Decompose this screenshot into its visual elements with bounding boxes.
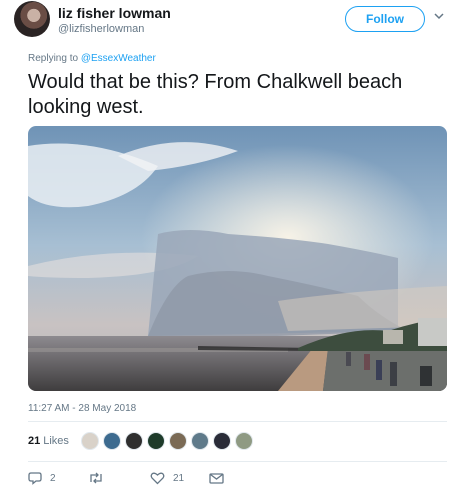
replying-to-link[interactable]: @EssexWeather xyxy=(81,53,156,64)
divider xyxy=(28,421,447,422)
divider xyxy=(28,461,447,462)
liker-avatar[interactable] xyxy=(212,432,231,450)
tweet-photo[interactable] xyxy=(28,126,447,391)
liker-avatar[interactable] xyxy=(234,432,253,450)
user-handle[interactable]: @lizfisherlowman xyxy=(58,23,144,35)
follow-button[interactable]: Follow xyxy=(345,6,425,32)
chevron-down-icon[interactable] xyxy=(432,9,446,23)
retweet-icon xyxy=(90,472,102,484)
retweet-action[interactable] xyxy=(88,468,112,488)
liker-avatars xyxy=(80,432,257,450)
user-display-name[interactable]: liz fisher lowman xyxy=(58,5,171,21)
tweet-header: liz fisher lowman @lizfisherlowman Follo… xyxy=(0,0,473,40)
message-icon xyxy=(209,472,224,484)
reply-count: 2 xyxy=(50,472,56,484)
liker-avatar[interactable] xyxy=(124,432,143,450)
liker-avatar[interactable] xyxy=(190,432,209,450)
tweet-actions: 2 21 xyxy=(28,468,448,490)
replying-to-label: Replying to xyxy=(28,53,79,64)
likes-label: Likes xyxy=(43,435,69,447)
tweet-text: Would that be this? From Chalkwell beach… xyxy=(28,71,403,118)
like-count: 21 xyxy=(173,472,185,484)
message-action[interactable] xyxy=(209,468,232,488)
likes-summary[interactable]: 21 Likes xyxy=(28,430,257,452)
avatar[interactable] xyxy=(14,1,50,37)
liker-avatar[interactable] xyxy=(146,432,165,450)
reply-action[interactable]: 2 xyxy=(28,468,56,488)
tweet-timestamp[interactable]: 11:27 AM - 28 May 2018 xyxy=(28,403,136,414)
liker-avatar[interactable] xyxy=(168,432,187,450)
like-action[interactable]: 21 xyxy=(150,468,184,488)
replying-to: Replying to @EssexWeather xyxy=(28,53,156,64)
liker-avatar[interactable] xyxy=(80,432,99,450)
likes-count: 21 xyxy=(28,435,41,447)
liker-avatar[interactable] xyxy=(102,432,121,450)
reply-icon xyxy=(28,472,42,485)
heart-icon xyxy=(150,472,165,485)
